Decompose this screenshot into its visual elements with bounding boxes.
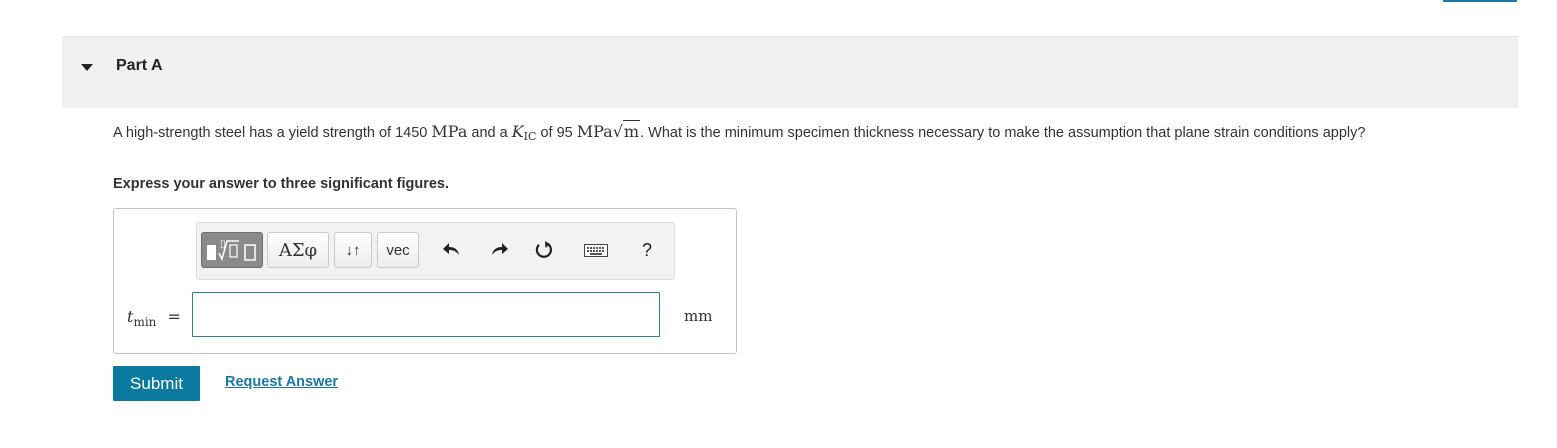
question-segment: of 95 bbox=[536, 125, 577, 141]
unit-mpa: MPa bbox=[431, 122, 468, 141]
part-header[interactable]: Part A bbox=[62, 36, 1518, 108]
kic-symbol: KIC bbox=[511, 122, 537, 143]
top-accent-line bbox=[1443, 0, 1517, 2]
answer-variable-label: tmin = bbox=[127, 307, 181, 329]
answer-unit: mm bbox=[684, 307, 713, 325]
help-button[interactable]: ? bbox=[632, 232, 662, 268]
reset-icon bbox=[535, 241, 552, 258]
unit-mpa-2: MPa bbox=[576, 122, 613, 141]
reset-button[interactable] bbox=[529, 232, 559, 268]
question-segment: . What is the minimum specimen thickness… bbox=[640, 125, 1366, 141]
arrows-button[interactable]: ↓↑ bbox=[334, 232, 372, 268]
answer-input[interactable] bbox=[192, 292, 660, 337]
kic-letter: K bbox=[511, 122, 524, 141]
sqrt-symbol: √m bbox=[612, 120, 641, 141]
request-answer-link[interactable]: Request Answer bbox=[225, 374, 338, 390]
question-segment: A high-strength steel has a yield streng… bbox=[113, 125, 432, 141]
undo-button[interactable] bbox=[437, 232, 467, 268]
caret-down-icon[interactable] bbox=[81, 64, 93, 71]
variable-subscript: min bbox=[133, 315, 157, 329]
keyboard-button[interactable] bbox=[581, 232, 611, 268]
equals-sign: = bbox=[167, 307, 181, 326]
greek-symbols-button[interactable]: ΑΣφ bbox=[267, 232, 329, 268]
question-segment: and a bbox=[467, 125, 512, 141]
question-text: A high-strength steel has a yield streng… bbox=[113, 120, 1493, 148]
undo-icon bbox=[443, 243, 459, 255]
templates-icon: ▯ bbox=[207, 239, 256, 262]
answer-box: ▯ ΑΣφ ↓↑ vec ? tmin = mm bbox=[113, 208, 737, 354]
vector-button[interactable]: vec bbox=[377, 232, 419, 268]
redo-button[interactable] bbox=[484, 232, 514, 268]
keyboard-icon bbox=[584, 244, 608, 257]
sqrt-content: m bbox=[622, 120, 641, 141]
redo-icon bbox=[492, 243, 508, 255]
part-title: Part A bbox=[116, 57, 163, 74]
submit-button[interactable]: Submit bbox=[113, 366, 200, 401]
templates-button[interactable]: ▯ bbox=[201, 232, 263, 268]
unit-mpa-sqrt: MPa√m bbox=[576, 120, 641, 141]
math-toolbar: ▯ ΑΣφ ↓↑ vec ? bbox=[196, 222, 675, 280]
kic-subscript: IC bbox=[523, 130, 537, 143]
instruction-text: Express your answer to three significant… bbox=[113, 176, 450, 192]
